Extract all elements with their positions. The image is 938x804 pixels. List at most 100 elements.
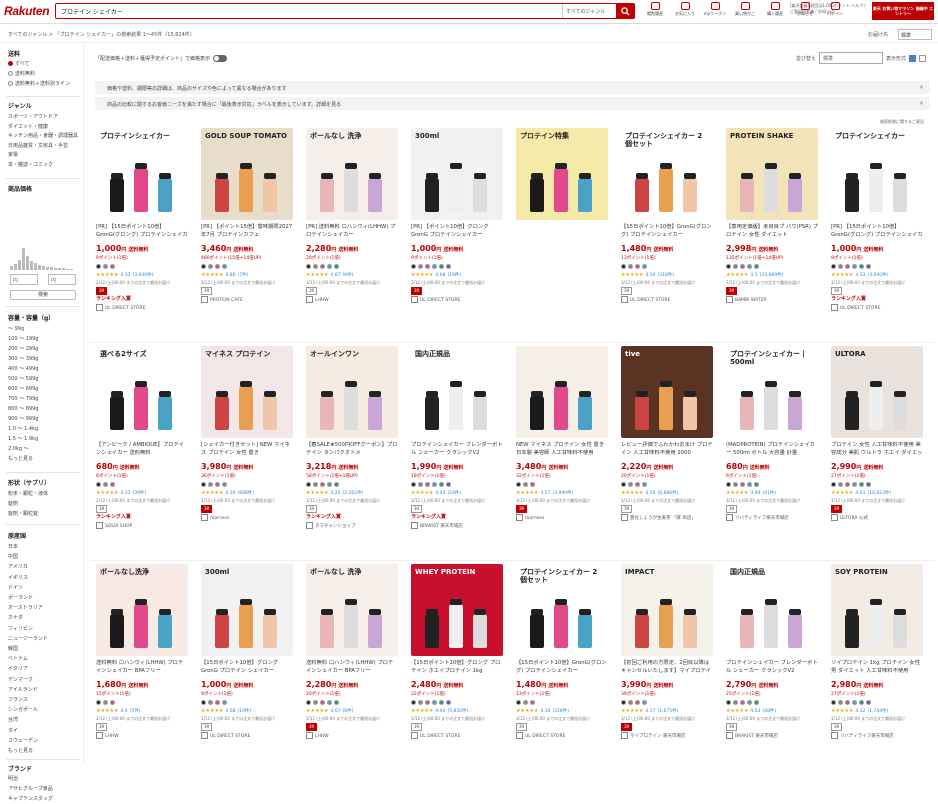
color-swatch[interactable] xyxy=(201,700,206,705)
coupon-badge[interactable]: 39 xyxy=(201,723,213,731)
product-card[interactable]: マイネス プロテイン [シェイカー付きセット] NEW マイネス プロテイン 女性… xyxy=(195,346,295,556)
origin-link[interactable]: ポーランド xyxy=(8,594,33,603)
shipping-option[interactable]: 送料無料＋送料別ライン xyxy=(8,80,70,89)
product-rating[interactable]: ★★★★★ 4.68 (19件) xyxy=(201,708,251,714)
color-swatch[interactable] xyxy=(439,264,444,269)
color-swatch[interactable] xyxy=(747,700,752,705)
shop-name[interactable]: リバティライフ楽天市場店 xyxy=(726,514,789,521)
genre-link[interactable]: ダイエット・健康 xyxy=(8,123,48,132)
color-swatch[interactable] xyxy=(642,482,647,487)
coupon-badge[interactable]: 39 xyxy=(516,723,528,731)
product-rating[interactable]: ★★★★★ 4.31 (39件) xyxy=(96,490,146,496)
shop-name[interactable]: BRAKIST 楽天市場店 xyxy=(411,522,463,529)
shop-name[interactable]: マイプロテイン 楽天市場店 xyxy=(621,732,685,739)
color-swatch[interactable] xyxy=(754,700,759,705)
header-icon-item[interactable]: 買い物かご xyxy=(732,2,758,16)
color-swatch[interactable] xyxy=(110,264,115,269)
color-swatch[interactable] xyxy=(418,700,423,705)
color-swatch[interactable] xyxy=(222,264,227,269)
color-swatch[interactable] xyxy=(754,264,759,269)
capacity-link[interactable]: 100 〜 199g xyxy=(8,335,38,344)
product-image[interactable]: PROTEIN SHAKE xyxy=(726,128,818,220)
product-card[interactable]: SOY PROTEIN ソイプロテイン 1kg プロテイン 女性 男 ダイエット … xyxy=(825,564,925,774)
product-rating[interactable]: ★★★★★ 4.33 (3,040件) xyxy=(831,272,888,278)
coupon-badge[interactable]: 39 xyxy=(726,505,738,513)
product-card[interactable]: ボールなし 洗浄 [PR] 送料無料 ロハンウィ(LHHW) プロテインシェイカー… xyxy=(300,128,400,338)
color-swatch[interactable] xyxy=(103,700,108,705)
point-toggle[interactable] xyxy=(213,55,228,62)
product-image[interactable]: ボールなし洗浄 xyxy=(96,564,188,656)
product-rating[interactable]: ★★★★★ 4.68 (19件) xyxy=(411,272,461,278)
color-swatch[interactable] xyxy=(320,700,325,705)
header-icon-item[interactable]: お気に入り xyxy=(672,2,698,16)
color-swatch[interactable] xyxy=(215,482,220,487)
product-image[interactable]: オールインワン xyxy=(306,346,398,438)
origin-link[interactable]: 中国 xyxy=(8,553,18,562)
product-card[interactable]: 300ml [PR] 【ポイント10倍】グロング GronG プロテインシェイカー… xyxy=(405,128,505,338)
color-swatch[interactable] xyxy=(628,264,633,269)
origin-link[interactable]: 台湾 xyxy=(8,716,18,725)
product-title[interactable]: プロテインシェイカー ブレンダーボトル シェーカー クラシックV2 xyxy=(726,659,818,675)
color-swatch[interactable] xyxy=(201,264,206,269)
product-card[interactable]: プロテイン特集 xyxy=(510,128,610,338)
grid-view-icon[interactable] xyxy=(909,54,917,62)
coupon-badge[interactable]: 39 xyxy=(306,505,318,513)
color-swatch[interactable] xyxy=(334,264,339,269)
product-title[interactable]: 【春SALE★500円OFFクーポン】プロテイン タンパクオトメ xyxy=(306,441,398,457)
type-link[interactable]: 錠剤 xyxy=(8,500,18,509)
color-swatch[interactable] xyxy=(110,482,115,487)
product-title[interactable]: 【専用定価版】未目目プ バウ(PSR) プロテイン 女性 ダイエット xyxy=(726,223,818,239)
feedback-link[interactable]: 検索結果に関するご意見 xyxy=(880,119,924,125)
product-image[interactable]: プロテインシェイカー | 500ml xyxy=(726,346,818,438)
product-rating[interactable]: ★★★★★ 4.67 (6件) xyxy=(306,272,353,278)
shop-name[interactable]: UL DIRECT STORE xyxy=(411,732,460,739)
product-card[interactable]: ボールなし 洗浄 送料無料 ロハンウィ(LHHW) プロテインシェイカー BPAフ… xyxy=(300,564,400,774)
origin-link[interactable]: イギリス xyxy=(8,574,28,583)
origin-link[interactable]: フランス xyxy=(8,696,28,705)
product-card[interactable]: ボールなし洗浄 送料無料 ロハンウィ(LHHW) プロテインシェイカー BPAフリ… xyxy=(90,564,190,774)
product-image[interactable]: ボールなし 洗浄 xyxy=(306,128,398,220)
color-swatch[interactable] xyxy=(306,482,311,487)
shop-name[interactable]: BAMBI WATER xyxy=(726,296,767,303)
color-swatch[interactable] xyxy=(418,264,423,269)
color-swatch[interactable] xyxy=(866,264,871,269)
product-title[interactable]: (MADPROTEIN) プロテインシェイカー 500ml ボトル 大容量 計量 xyxy=(726,441,818,457)
product-title[interactable]: [PR] 【ポイント15倍】賞味期限2027年7月 プロテインカフェ xyxy=(201,223,293,239)
search-input[interactable]: プロテイン シェイカー xyxy=(56,7,562,16)
origin-link[interactable]: もっと見る xyxy=(8,747,33,756)
product-title[interactable]: 【アンビーク / AMBIQUE】プロテインシェイカー 送料無料 xyxy=(96,441,188,457)
color-swatch[interactable] xyxy=(411,482,416,487)
color-swatch[interactable] xyxy=(726,264,731,269)
color-swatch[interactable] xyxy=(852,482,857,487)
color-swatch[interactable] xyxy=(215,700,220,705)
color-swatch[interactable] xyxy=(726,700,731,705)
product-title[interactable]: 送料無料 ロハンウィ(LHHW) プロテインシェイカー BPAフリー xyxy=(306,659,398,675)
capacity-link[interactable]: 200 〜 299g xyxy=(8,345,38,354)
genre-link[interactable]: 家電 xyxy=(8,151,18,160)
product-card[interactable]: 選べる2サイズ 【アンビーク / AMBIQUE】プロテインシェイカー 送料無料 6… xyxy=(90,346,190,556)
product-image[interactable]: 選べる2サイズ xyxy=(96,346,188,438)
color-swatch[interactable] xyxy=(313,264,318,269)
product-rating[interactable]: ★★★★★ 3.94 (41件) xyxy=(726,490,776,496)
origin-link[interactable]: 日本 xyxy=(8,543,18,552)
color-swatch[interactable] xyxy=(96,482,101,487)
color-swatch[interactable] xyxy=(446,700,451,705)
color-swatch[interactable] xyxy=(754,482,759,487)
color-swatch[interactable] xyxy=(635,264,640,269)
coupon-badge[interactable]: 39 xyxy=(621,505,633,513)
coupon-badge[interactable]: 39 xyxy=(306,287,318,295)
coupon-badge[interactable]: 39 xyxy=(411,287,423,295)
origin-link[interactable]: フィリピン xyxy=(8,625,33,634)
shop-name[interactable]: LHHW xyxy=(306,296,329,303)
coupon-badge[interactable]: 39 xyxy=(201,505,213,513)
shop-name[interactable]: marness xyxy=(516,514,544,521)
color-swatch[interactable] xyxy=(747,482,752,487)
product-rating[interactable]: ★★★★★ 4.67 (6件) xyxy=(306,708,353,714)
color-swatch[interactable] xyxy=(733,700,738,705)
product-card[interactable]: オールインワン【春SALE★500円OFFクーポン】プロテイン タンパクオトメ 3… xyxy=(300,346,400,556)
origin-link[interactable]: ベトナム xyxy=(8,655,28,664)
product-image[interactable]: 国内正規品 xyxy=(726,564,818,656)
product-title[interactable]: プロテインシェイカー ブレンダーボトル シェーカー クラシックV2 xyxy=(411,441,503,457)
product-rating[interactable]: ★★★★★ 4.43 (54件) xyxy=(411,490,461,496)
capacity-link[interactable]: 1.0 〜 1.4kg xyxy=(8,425,38,434)
